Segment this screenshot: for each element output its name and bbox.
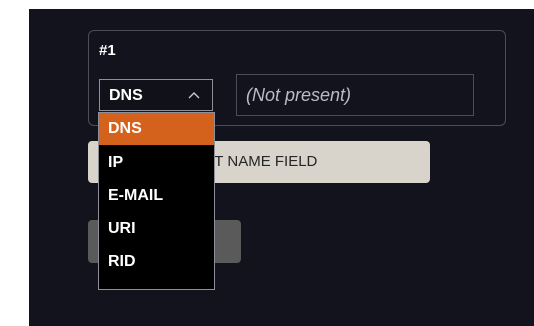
alt-name-value-field[interactable]: (Not present) — [236, 74, 474, 116]
value-field-text: (Not present) — [246, 85, 352, 105]
dropdown-option-ip[interactable]: IP — [99, 149, 214, 177]
select-value: DNS — [109, 87, 143, 104]
dropdown-option-dns[interactable]: DNS — [99, 113, 214, 145]
entry-index-label: #1 — [99, 42, 116, 59]
dropdown-option-rid[interactable]: RID — [99, 248, 214, 276]
dropdown-option-uri[interactable]: URI — [99, 215, 214, 243]
chevron-up-icon — [188, 92, 200, 99]
name-type-select[interactable]: DNS — [99, 79, 213, 111]
dropdown-option-email[interactable]: E-MAIL — [99, 182, 214, 210]
name-type-dropdown: DNS IP E-MAIL URI RID — [98, 112, 215, 290]
